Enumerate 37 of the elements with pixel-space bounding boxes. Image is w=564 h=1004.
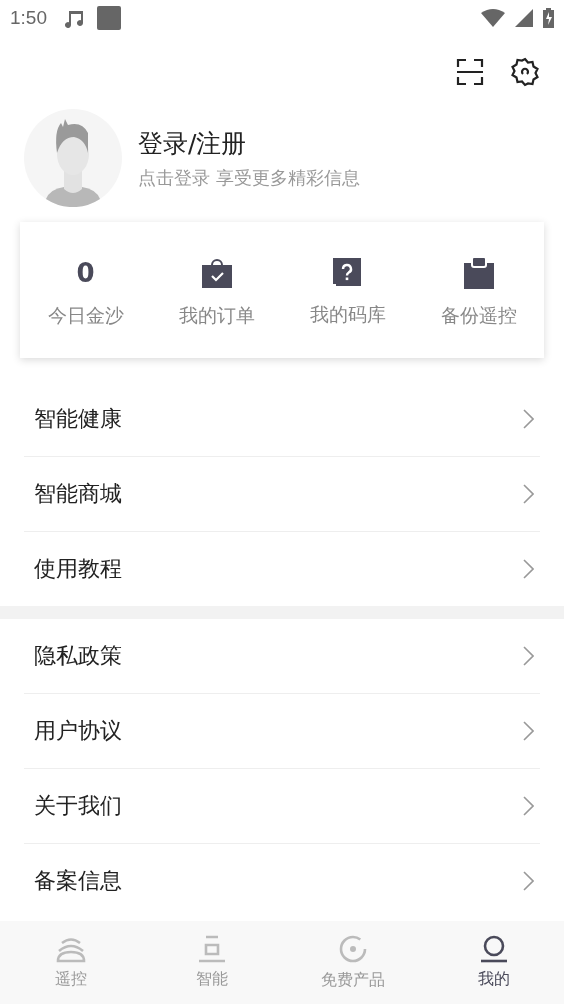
chevron-right-icon [523, 721, 534, 741]
menu-item[interactable]: 备案信息 [24, 844, 540, 918]
stat-label[interactable]: 今日金沙 [47, 303, 124, 329]
login-title[interactable]: 登录/注册 [138, 126, 360, 160]
question-icon[interactable] [332, 258, 363, 288]
tab[interactable]: 我的 [423, 921, 564, 1004]
chevron-right-icon [523, 871, 534, 891]
device-icon [197, 935, 226, 963]
chevron-right-icon [523, 796, 534, 816]
person-icon [479, 935, 508, 963]
status-time: 1:50 [10, 7, 47, 29]
chevron-right-icon [523, 646, 534, 666]
stat-label[interactable]: 备份遥控 [440, 303, 517, 329]
wifi-icon [481, 9, 505, 27]
login-subtitle: 点击登录 享受更多精彩信息 [138, 165, 360, 190]
signal-icon [515, 9, 533, 27]
scan-icon[interactable] [456, 58, 484, 86]
chevron-right-icon [523, 409, 534, 429]
clipboard-icon[interactable] [462, 257, 495, 289]
chevron-right-icon [523, 484, 534, 504]
bag-check-icon[interactable] [200, 257, 233, 289]
stat-label[interactable]: 我的订单 [178, 303, 255, 329]
target-icon [337, 934, 368, 964]
signal-arc-icon [55, 935, 86, 963]
menu-item[interactable]: 使用教程 [24, 532, 540, 606]
menu-item[interactable]: 智能商城 [24, 457, 540, 532]
battery-icon [543, 8, 554, 28]
menu-item[interactable]: 用户协议 [24, 694, 540, 769]
square-icon [97, 6, 121, 30]
menu-item[interactable]: 隐私政策 [24, 619, 540, 694]
chevron-right-icon [523, 559, 534, 579]
coin-count: 0 [76, 257, 95, 289]
stat-label[interactable]: 我的码库 [309, 302, 386, 328]
menu-item[interactable]: 关于我们 [24, 769, 540, 844]
avatar-icon[interactable] [24, 109, 122, 207]
settings-icon[interactable] [510, 57, 540, 87]
menu-item[interactable]: 智能健康 [24, 382, 540, 457]
